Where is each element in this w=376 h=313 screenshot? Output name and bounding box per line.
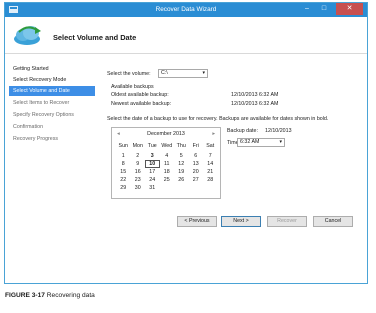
calendar-empty-cell bbox=[189, 184, 204, 192]
step-recovery-options: Specify Recovery Options bbox=[13, 112, 74, 118]
calendar-day[interactable]: 27 bbox=[189, 176, 204, 184]
weekday: Wed bbox=[161, 143, 173, 149]
calendar-day[interactable]: 1 bbox=[116, 152, 131, 160]
calendar-week: 29 30 31 bbox=[116, 184, 218, 192]
wizard-window: Recover Data Wizard – □ ✕ Select Volume … bbox=[4, 2, 368, 284]
calendar-day[interactable]: 22 bbox=[116, 176, 131, 184]
close-button[interactable]: ✕ bbox=[336, 3, 363, 15]
calendar-empty-cell bbox=[160, 184, 175, 192]
cancel-button[interactable]: Cancel bbox=[313, 216, 353, 227]
calendar-week: 15 16 17 18 19 20 21 bbox=[116, 168, 218, 176]
minimize-button[interactable]: – bbox=[299, 3, 315, 15]
calendar-empty-cell bbox=[174, 184, 189, 192]
calendar-month[interactable]: December 2013 bbox=[112, 131, 220, 137]
previous-button[interactable]: < Previous bbox=[177, 216, 217, 227]
calendar-day[interactable]: 10 bbox=[145, 160, 160, 168]
newest-backup-label: Newest available backup: bbox=[111, 101, 172, 107]
calendar-next-icon[interactable]: ▸ bbox=[212, 131, 215, 137]
volume-select[interactable]: C:\ ▾ bbox=[158, 69, 208, 78]
wizard-steps: Getting Started Select Recovery Mode Sel… bbox=[5, 54, 101, 283]
calendar-day[interactable]: 11 bbox=[160, 160, 175, 168]
next-button[interactable]: Next > bbox=[221, 216, 261, 227]
time-select[interactable]: 6:32 AM ▾ bbox=[237, 138, 285, 147]
calendar-day[interactable]: 28 bbox=[203, 176, 218, 184]
calendar-week: 22 23 24 25 26 27 28 bbox=[116, 176, 218, 184]
calendar-day[interactable]: 7 bbox=[203, 152, 218, 160]
volume-label: Select the volume: bbox=[107, 71, 151, 77]
step-recovery-progress: Recovery Progress bbox=[13, 136, 59, 142]
page-title: Select Volume and Date bbox=[53, 33, 137, 42]
calendar-day[interactable]: 30 bbox=[131, 184, 146, 192]
calendar-day[interactable]: 29 bbox=[116, 184, 131, 192]
volume-select-value: C:\ bbox=[161, 70, 168, 76]
oldest-backup-label: Oldest available backup: bbox=[111, 92, 169, 98]
time-select-value: 6:32 AM bbox=[240, 139, 260, 145]
cloud-arrow-icon bbox=[14, 26, 41, 45]
maximize-button[interactable]: □ bbox=[316, 3, 332, 15]
calendar-day[interactable]: 31 bbox=[145, 184, 160, 192]
chevron-down-icon: ▾ bbox=[279, 139, 282, 145]
calendar-day[interactable]: 12 bbox=[174, 160, 189, 168]
calendar-weekdays: Sun Mon Tue Wed Thu Fri Sat bbox=[116, 142, 218, 150]
calendar-day[interactable]: 17 bbox=[145, 168, 160, 176]
recover-button: Recover bbox=[267, 216, 307, 227]
calendar-day[interactable]: 13 bbox=[189, 160, 204, 168]
wizard-header: Select Volume and Date bbox=[5, 17, 367, 54]
calendar-day[interactable]: 19 bbox=[174, 168, 189, 176]
calendar-day[interactable]: 16 bbox=[131, 168, 146, 176]
weekday: Mon bbox=[132, 143, 143, 149]
calendar-day[interactable]: 25 bbox=[160, 176, 175, 184]
calendar-day[interactable]: 2 bbox=[131, 152, 146, 160]
calendar-week: 8 9 10 11 12 13 14 bbox=[116, 160, 218, 168]
weekday: Sat bbox=[206, 143, 215, 149]
title-bar[interactable]: Recover Data Wizard – □ ✕ bbox=[5, 3, 367, 17]
calendar-empty-cell bbox=[203, 184, 218, 192]
calendar-day[interactable]: 4 bbox=[160, 152, 175, 160]
calendar-day[interactable]: 8 bbox=[116, 160, 131, 168]
figure-number: FIGURE 3-17 bbox=[5, 292, 45, 299]
calendar-day[interactable]: 24 bbox=[145, 176, 160, 184]
calendar-header: ◂ December 2013 ▸ bbox=[112, 131, 220, 139]
step-select-recovery-mode[interactable]: Select Recovery Mode bbox=[9, 75, 95, 85]
step-confirmation: Confirmation bbox=[13, 124, 44, 130]
weekday: Sun bbox=[118, 143, 128, 149]
chevron-down-icon: ▾ bbox=[202, 70, 205, 76]
calendar-day[interactable]: 6 bbox=[189, 152, 204, 160]
calendar-day[interactable]: 9 bbox=[131, 160, 146, 168]
newest-backup-value: 12/10/2013 6:32 AM bbox=[231, 101, 279, 107]
calendar-day[interactable]: 3 bbox=[145, 152, 160, 160]
calendar-day[interactable]: 21 bbox=[203, 168, 218, 176]
backups-heading: Available backups bbox=[111, 84, 154, 90]
calendar-day[interactable]: 26 bbox=[174, 176, 189, 184]
calendar-day[interactable]: 23 bbox=[131, 176, 146, 184]
step-select-volume-and-date[interactable]: Select Volume and Date bbox=[9, 86, 95, 96]
backup-date-label: Backup date: bbox=[227, 128, 258, 134]
step-select-items: Select Items to Recover bbox=[13, 100, 70, 106]
weekday: Fri bbox=[192, 143, 199, 149]
calendar-week: 1234567 bbox=[116, 152, 218, 160]
oldest-backup-value: 12/10/2013 6:32 AM bbox=[231, 92, 279, 98]
weekday: Thu bbox=[176, 143, 186, 149]
instruction-text: Select the date of a backup to use for r… bbox=[107, 116, 329, 122]
wizard-content: Select the volume: C:\ ▾ Available backu… bbox=[101, 54, 367, 283]
step-getting-started[interactable]: Getting Started bbox=[9, 64, 95, 74]
backup-date-value: 12/10/2013 bbox=[265, 128, 292, 134]
figure-caption: FIGURE 3-17 Recovering data bbox=[5, 292, 95, 299]
calendar-day[interactable]: 18 bbox=[160, 168, 175, 176]
weekday: Tue bbox=[147, 143, 157, 149]
calendar-day[interactable]: 20 bbox=[189, 168, 204, 176]
calendar-grid: 1 2 3 4 5 6 7 8 9 10 11 12 13 14 15 16 17 18 19 20 21 22 23 24 2… bbox=[116, 152, 218, 192]
figure-text: Recovering data bbox=[46, 292, 95, 299]
backup-calendar[interactable]: ◂ December 2013 ▸ Sun Mon Tue Wed Thu Fr… bbox=[111, 127, 221, 199]
calendar-day[interactable]: 5 bbox=[174, 152, 189, 160]
calendar-day[interactable]: 14 bbox=[203, 160, 218, 168]
calendar-day[interactable]: 15 bbox=[116, 168, 131, 176]
